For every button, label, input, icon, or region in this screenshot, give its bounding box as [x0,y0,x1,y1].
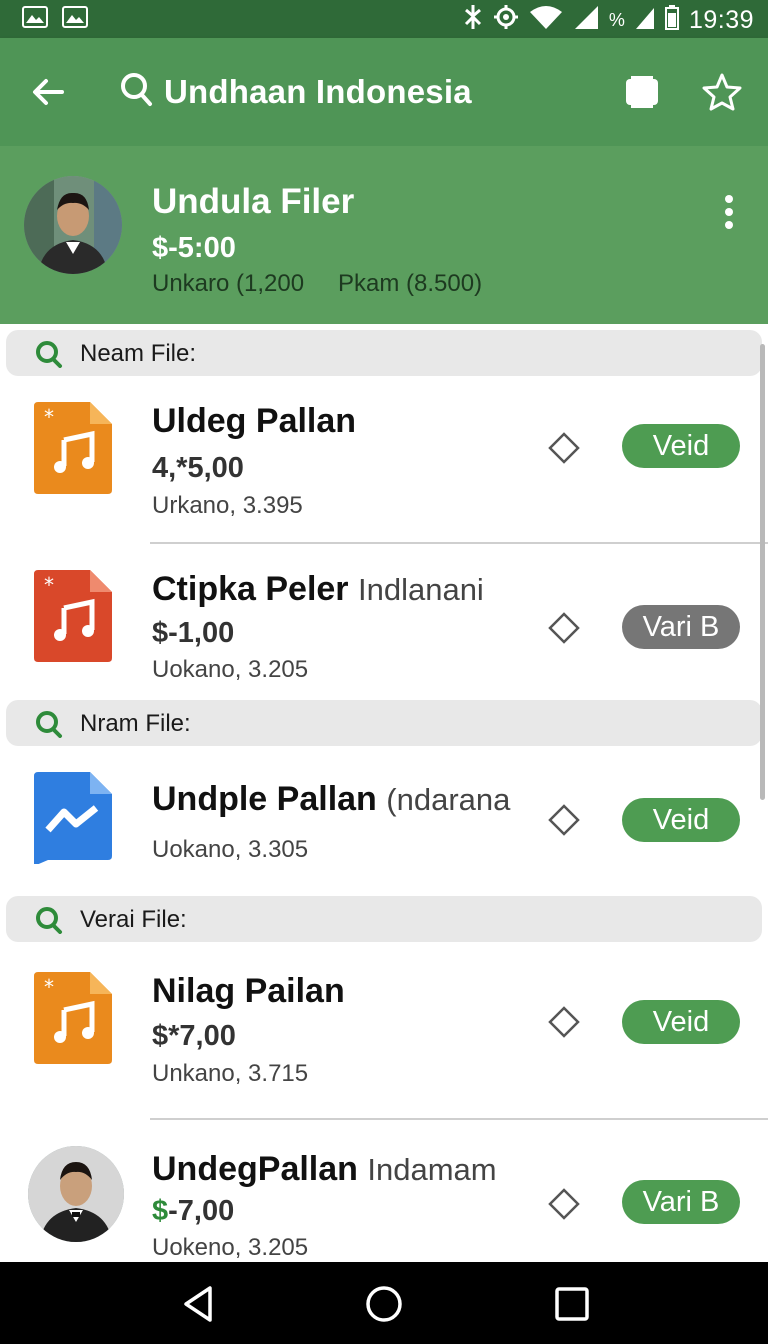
back-triangle-icon[interactable] [180,1284,220,1324]
profile-stat-right: Pkam (8.500) [338,270,483,297]
item-meta: Uokeno, 3.205 [152,1234,309,1261]
diamond-icon[interactable] [548,612,580,644]
item-price: $-1,00 [152,617,235,649]
section-header-nram: Nram File: [6,700,762,746]
item-subtitle: Indamam [367,1152,497,1187]
recents-square-icon[interactable] [552,1284,592,1324]
item-meta: Unkano, 3.715 [152,1060,309,1087]
item-title-text: Uldeg Pallan [152,402,357,440]
back-arrow-icon[interactable] [28,72,68,112]
status-badge[interactable]: Veid [622,1000,740,1044]
item-title-text: Nilag Pailan [152,972,345,1010]
avatar [28,1146,124,1242]
gallery-notification-icon [62,6,88,28]
price-value: -7,00 [168,1195,235,1227]
svg-text:*: * [44,975,54,999]
item-title: Nilag Pailan [152,972,345,1011]
more-options-icon[interactable] [724,194,734,230]
search-icon [34,710,64,743]
diamond-icon[interactable] [548,432,580,464]
messenger-file-blue-icon [34,772,112,866]
section-header-neam: Neam File: [6,330,762,376]
profile-stat-left: Unkaro (1,200 [152,270,305,297]
section-label: Neam File: [80,340,197,367]
status-badge[interactable]: Vari B [622,1180,740,1224]
cards-view-icon[interactable] [622,72,662,112]
diamond-icon[interactable] [548,1188,580,1220]
item-title-text: Undple Pallan [152,780,377,818]
item-title-text: Ctipka Peler [152,570,349,608]
signal-icon [573,4,599,37]
signal-2-icon [635,4,655,37]
settings-gear-icon [493,4,519,37]
navigation-bar [0,1262,768,1344]
item-title: UndegPallan Indamam [152,1150,497,1189]
bluetooth-icon [463,4,483,37]
scrollbar[interactable] [760,344,765,800]
item-title: Uldeg Pallan [152,402,356,441]
status-badge[interactable]: Veid [622,424,740,468]
music-file-orange-icon: * [34,972,112,1064]
search-icon[interactable] [120,70,154,113]
profile-avatar[interactable] [24,176,122,274]
music-file-red-icon: * [34,570,112,662]
divider [150,542,768,544]
battery-icon [664,4,679,37]
wifi-icon [529,4,563,37]
divider [150,1118,768,1120]
diamond-icon[interactable] [548,804,580,836]
item-subtitle: (ndarana [386,782,511,817]
profile-header: Undula Filer $-5:00 Unkaro (1,200 Pkam (… [0,146,768,324]
image-notification-icon [22,6,48,28]
item-meta: Uokano, 3.205 [152,656,309,683]
item-title-text: UndegPallan [152,1150,358,1188]
item-title: Undple Pallan (ndarana [152,780,510,819]
item-meta: Urkano, 3.395 [152,492,303,519]
star-icon[interactable] [702,72,742,112]
price-prefix: $ [152,1195,169,1227]
status-badge[interactable]: Vari B [622,605,740,649]
item-price: $-7,00 [152,1195,234,1228]
item-meta: Uokano, 3.305 [152,836,309,863]
app-bar: Undhaan Indonesia [0,38,768,146]
home-circle-icon[interactable] [364,1284,404,1324]
app-bar-title: Undhaan Indonesia [164,72,472,110]
search-bar[interactable]: Undhaan Indonesia [120,70,472,113]
diamond-icon[interactable] [548,1006,580,1038]
clock: 19:39 [688,6,754,34]
music-file-orange-icon: * [34,402,112,494]
item-subtitle: Indlanani [357,572,484,607]
battery-percent-label: % [608,10,625,30]
status-badge[interactable]: Veid [622,798,740,842]
section-label: Verai File: [80,906,187,933]
status-bar: % 19:39 [0,0,768,38]
item-price: 4,*5,00 [152,452,244,484]
item-price: $*7,00 [152,1020,236,1052]
section-header-verai: Verai File: [6,896,762,942]
search-icon [34,906,64,939]
svg-text:*: * [44,573,54,597]
search-icon [34,340,64,373]
item-title: Ctipka Peler Indlanani [152,570,484,609]
section-label: Nram File: [80,710,191,737]
profile-name: Undula Filer [152,182,355,221]
profile-price: $-5:00 [152,232,236,264]
svg-text:*: * [44,405,54,429]
